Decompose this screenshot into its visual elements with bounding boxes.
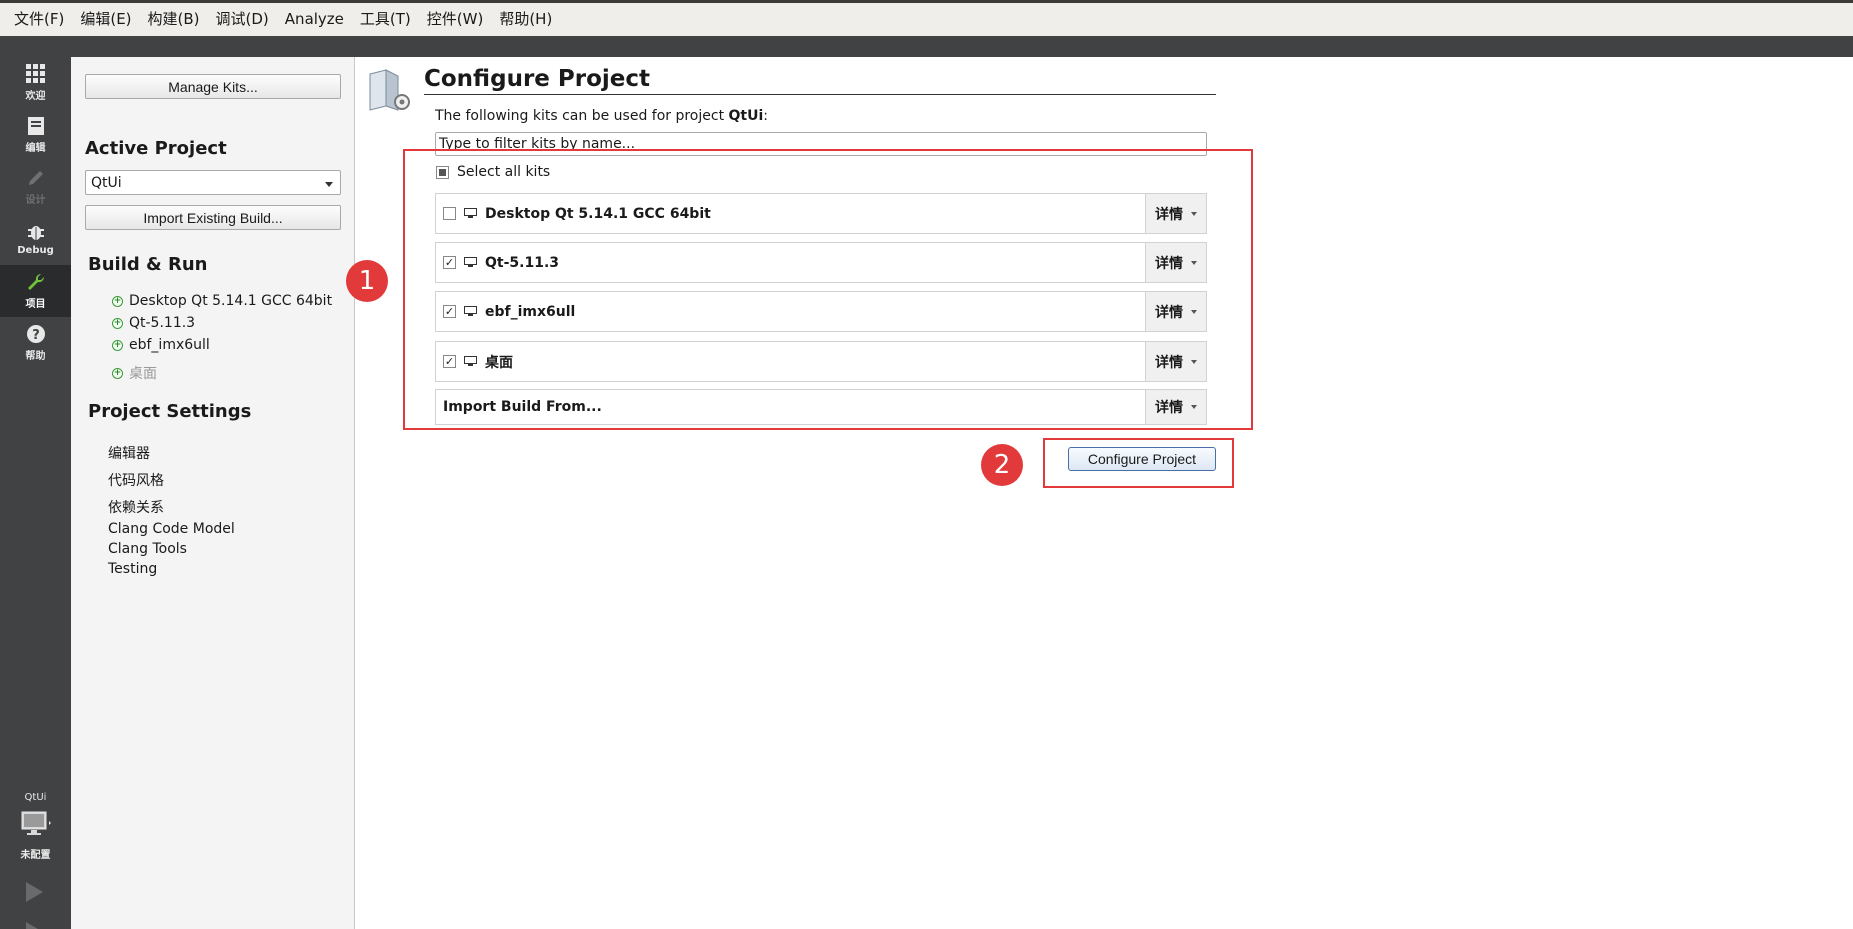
menu-tools[interactable]: 工具(T) (352, 3, 419, 36)
toolbar-strip (0, 36, 1853, 57)
wrench-icon (27, 273, 44, 290)
add-icon: + (112, 295, 123, 307)
menu-edit[interactable]: 编辑(E) (72, 3, 139, 36)
menu-file[interactable]: 文件(F) (6, 3, 72, 36)
mode-design-label: 设计 (25, 195, 46, 206)
run-button[interactable] (24, 881, 44, 907)
manage-kits-button[interactable]: Manage Kits... (85, 74, 341, 99)
import-existing-build-button[interactable]: Import Existing Build... (85, 205, 341, 230)
menu-debug[interactable]: 调试(D) (208, 3, 277, 36)
mode-edit-label: 编辑 (25, 143, 46, 154)
chevron-down-icon (325, 182, 333, 187)
settings-clang-tools[interactable]: Clang Tools (108, 541, 187, 557)
active-project-combo[interactable]: QtUi (85, 170, 341, 195)
page-title: Configure Project (424, 66, 651, 92)
target-status-label: 未配置 (20, 850, 51, 861)
mode-edit[interactable]: 编辑 (0, 109, 71, 161)
mode-projects[interactable]: 项目 (0, 265, 71, 317)
mode-debug[interactable]: Debug (0, 213, 71, 265)
sidebar-kit-label: ebf_imx6ull (129, 337, 210, 353)
settings-dependencies[interactable]: 依赖关系 (108, 497, 164, 517)
sidebar-kit-ebf-imx6ull[interactable]: + ebf_imx6ull (112, 337, 210, 353)
active-project-value: QtUi (91, 174, 122, 191)
kits-intro-text: The following kits can be used for proje… (435, 108, 768, 124)
configure-project-button[interactable]: Configure Project (1068, 447, 1216, 471)
play-icon (26, 882, 43, 902)
sidebar-kit-qt5113[interactable]: + Qt-5.11.3 (112, 315, 195, 331)
intro-prefix: The following kits can be used for proje… (435, 108, 729, 124)
sidebar-kit-label: Qt-5.11.3 (129, 315, 196, 331)
monitor-icon (21, 811, 51, 835)
annotation-badge-2: 2 (981, 444, 1023, 486)
mode-help[interactable]: ? 帮助 (0, 317, 71, 369)
add-icon: + (112, 339, 123, 351)
settings-testing[interactable]: Testing (108, 561, 157, 577)
sidebar-kit-label: 桌面 (129, 366, 157, 382)
active-project-heading: Active Project (85, 138, 227, 159)
grid-icon (25, 64, 45, 83)
add-icon: + (112, 317, 123, 329)
debug-play-icon (26, 922, 38, 929)
settings-editor[interactable]: 编辑器 (108, 443, 150, 463)
pencil-icon (28, 171, 43, 185)
menu-bar: 文件(F) 编辑(E) 构建(B) 调试(D) Analyze 工具(T) 控件… (0, 0, 1853, 36)
mode-debug-label: Debug (17, 245, 54, 256)
settings-code-style[interactable]: 代码风格 (108, 470, 164, 490)
sidebar-kit-label: Desktop Qt 5.14.1 GCC 64bit (129, 293, 333, 309)
qt-creator-window: 文件(F) 编辑(E) 构建(B) 调试(D) Analyze 工具(T) 控件… (0, 0, 1853, 929)
menu-analyze[interactable]: Analyze (277, 3, 352, 36)
mode-bar: 欢迎 编辑 设计 Debug 项目 ? 帮助 QtUi 未配置 (0, 36, 71, 929)
project-settings-heading: Project Settings (88, 401, 252, 422)
target-selector[interactable] (21, 811, 51, 841)
mode-help-label: 帮助 (25, 351, 46, 362)
menu-build[interactable]: 构建(B) (140, 3, 208, 36)
intro-project-name: QtUi (728, 108, 764, 124)
debug-run-button[interactable] (24, 921, 44, 929)
mode-design[interactable]: 设计 (0, 161, 71, 213)
menu-widgets[interactable]: 控件(W) (419, 3, 492, 36)
project-config-icon (369, 69, 410, 111)
annotation-badge-1: 1 (346, 260, 388, 302)
intro-suffix: : (763, 108, 768, 124)
mode-welcome[interactable]: 欢迎 (0, 57, 71, 109)
svg-text:?: ? (32, 328, 40, 343)
mode-welcome-label: 欢迎 (25, 91, 46, 102)
menu-help[interactable]: 帮助(H) (491, 3, 560, 36)
settings-clang-code-model[interactable]: Clang Code Model (108, 521, 235, 537)
document-icon (27, 117, 44, 135)
sidebar-kit-desktop-qt[interactable]: + Desktop Qt 5.14.1 GCC 64bit (112, 293, 332, 309)
title-divider (424, 94, 1216, 95)
add-icon: + (112, 367, 123, 379)
help-icon: ? (26, 325, 45, 343)
annotation-box-1 (403, 149, 1253, 430)
sidebar-kit-desktop[interactable]: + 桌面 (112, 363, 157, 383)
build-run-heading: Build & Run (88, 254, 208, 275)
mode-projects-label: 项目 (25, 299, 46, 310)
bug-icon (27, 226, 44, 240)
target-project-label: QtUi (24, 792, 47, 803)
